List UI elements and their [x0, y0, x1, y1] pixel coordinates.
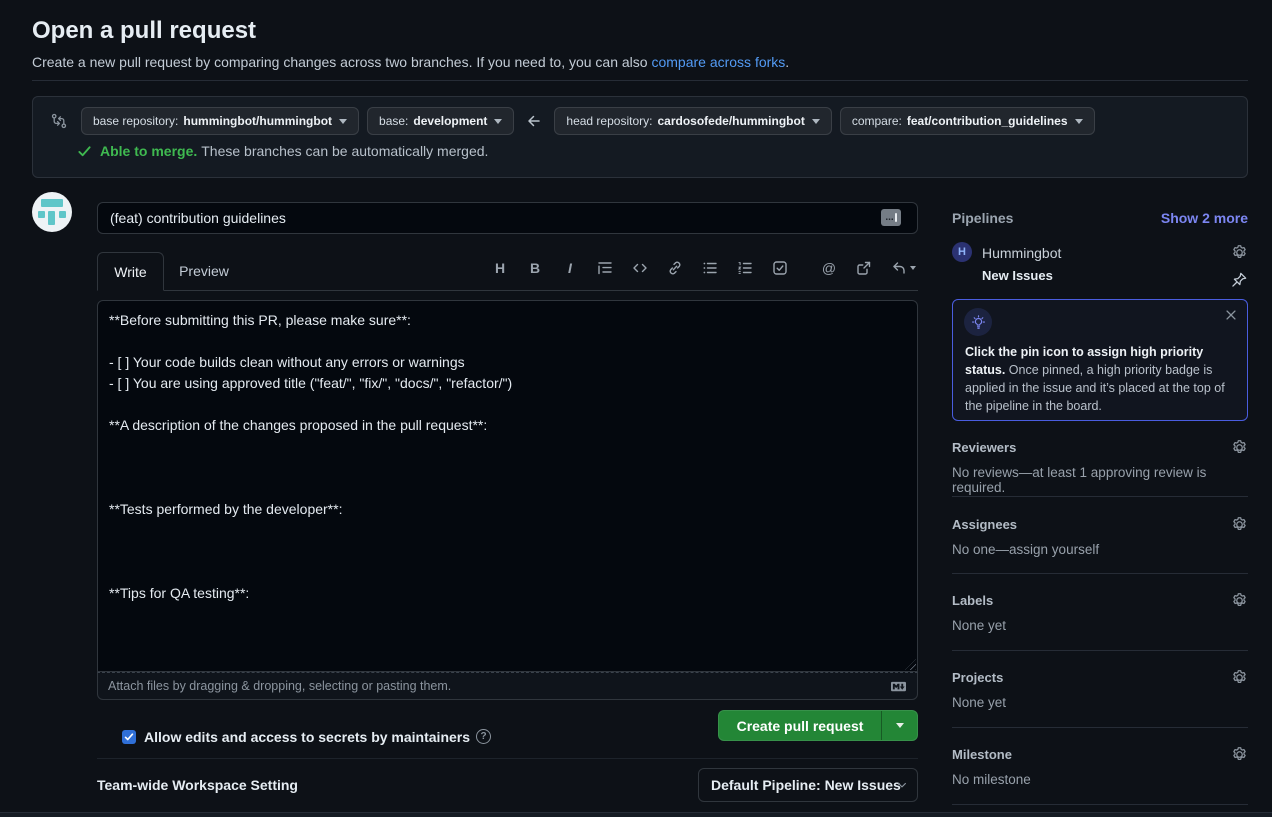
arrow-left-icon: [526, 113, 542, 129]
check-icon: [124, 732, 134, 742]
subtitle-text: Create a new pull request by comparing c…: [32, 54, 651, 70]
markdown-icon: [890, 679, 907, 694]
bold-icon[interactable]: B: [526, 259, 544, 277]
tip-text: Click the pin icon to assign high priori…: [965, 343, 1237, 415]
create-pull-request-label[interactable]: Create pull request: [719, 711, 881, 740]
pin-icon[interactable]: [1231, 271, 1248, 288]
milestone-body: No milestone: [952, 772, 1248, 787]
base-repository-select[interactable]: base repository: hummingbot/hummingbot: [81, 107, 359, 135]
quote-icon[interactable]: [596, 259, 614, 277]
compare-across-forks-link[interactable]: compare across forks: [651, 54, 785, 70]
heading-icon[interactable]: H: [491, 259, 509, 277]
check-icon: [77, 144, 92, 159]
base-branch-select[interactable]: base: development: [367, 107, 514, 135]
saved-replies-icon[interactable]: [890, 259, 916, 277]
assignees-body: No one—assign yourself: [952, 542, 1248, 557]
tab-write[interactable]: Write: [97, 252, 164, 291]
milestone-gear-icon[interactable]: [1231, 746, 1248, 763]
lightbulb-icon: [964, 308, 992, 336]
cross-reference-icon[interactable]: [855, 259, 873, 277]
text-expander-icon[interactable]: ...: [881, 209, 901, 226]
sidebar-section-milestone: Milestone No milestone: [952, 747, 1248, 805]
assignees-heading: Assignees: [952, 517, 1248, 532]
merge-status: Able to merge. These branches can be aut…: [77, 143, 488, 159]
chevron-down-icon: [1075, 119, 1083, 124]
workspace-avatar: H: [952, 242, 972, 262]
projects-heading: Projects: [952, 670, 1248, 685]
open-pull-request-page: Open a pull request Create a new pull re…: [0, 0, 1272, 817]
head-repository-select[interactable]: head repository: cardosofede/hummingbot: [554, 107, 831, 135]
assignees-gear-icon[interactable]: [1231, 516, 1248, 533]
attach-hint: Attach files by dragging & dropping, sel…: [108, 679, 451, 693]
ordered-list-icon[interactable]: [736, 259, 754, 277]
workspace-name: Hummingbot: [982, 245, 1061, 261]
next-section-edge: [0, 812, 1272, 817]
maintainer-edits-checkbox[interactable]: [122, 730, 136, 744]
labels-gear-icon[interactable]: [1231, 592, 1248, 609]
italic-icon[interactable]: I: [561, 259, 579, 277]
tab-preview[interactable]: Preview: [164, 252, 244, 290]
branch-row: base repository: hummingbot/hummingbot b…: [51, 107, 1235, 135]
projects-gear-icon[interactable]: [1231, 669, 1248, 686]
chevron-down-icon: [339, 119, 347, 124]
pin-tip-callout: Click the pin icon to assign high priori…: [952, 299, 1248, 421]
attach-files-bar[interactable]: Attach files by dragging & dropping, sel…: [97, 672, 918, 700]
page-subtitle: Create a new pull request by comparing c…: [32, 54, 789, 70]
code-icon[interactable]: [631, 259, 649, 277]
unordered-list-icon[interactable]: [701, 259, 719, 277]
header-divider: [32, 80, 1248, 81]
merge-status-bold: Able to merge.: [100, 143, 197, 159]
close-icon[interactable]: [1224, 308, 1238, 322]
create-pull-request-dropdown[interactable]: [881, 711, 917, 740]
chevron-down-icon: [494, 119, 502, 124]
help-icon[interactable]: ?: [476, 729, 491, 744]
pipelines-gear-icon[interactable]: [1231, 244, 1248, 261]
chevron-down-icon: [896, 779, 908, 791]
labels-body: None yet: [952, 618, 1248, 633]
default-pipeline-select[interactable]: Default Pipeline: New Issues: [698, 768, 918, 802]
markdown-toolbar: H B I @: [491, 259, 916, 277]
mention-icon[interactable]: @: [820, 259, 838, 277]
chevron-down-icon: [910, 266, 916, 270]
pipeline-name: New Issues: [982, 268, 1053, 283]
sidebar-section-projects: Projects None yet: [952, 670, 1248, 728]
show-more-link[interactable]: Show 2 more: [1161, 210, 1248, 226]
editor-tab-nav: Write Preview H B I @: [97, 252, 918, 291]
labels-heading: Labels: [952, 593, 1248, 608]
branch-selection-panel: base repository: hummingbot/hummingbot b…: [32, 96, 1248, 178]
sidebar-section-assignees: Assignees No one—assign yourself: [952, 517, 1248, 574]
create-pull-request-button[interactable]: Create pull request: [718, 710, 918, 741]
compare-branch-select[interactable]: compare: feat/contribution_guidelines: [840, 107, 1095, 135]
sidebar-section-reviewers: Reviewers No reviews—at least 1 approvin…: [952, 440, 1248, 497]
tasklist-icon[interactable]: [771, 259, 789, 277]
workspace-setting-label: Team-wide Workspace Setting: [97, 777, 298, 793]
merge-status-text: These branches can be automatically merg…: [201, 143, 488, 159]
workspace-divider: [97, 758, 918, 759]
avatar: [32, 192, 72, 232]
chevron-down-icon: [896, 723, 904, 728]
maintainer-edits-label[interactable]: Allow edits and access to secrets by mai…: [144, 729, 470, 745]
sidebar-section-labels: Labels None yet: [952, 593, 1248, 651]
projects-body: None yet: [952, 695, 1248, 710]
link-icon[interactable]: [666, 259, 684, 277]
page-title: Open a pull request: [32, 17, 256, 45]
milestone-heading: Milestone: [952, 747, 1248, 762]
reviewers-heading: Reviewers: [952, 440, 1248, 455]
reviewers-gear-icon[interactable]: [1231, 439, 1248, 456]
pipelines-heading: Pipelines: [952, 210, 1013, 226]
pr-title-input[interactable]: [97, 202, 918, 234]
reviewers-body: No reviews—at least 1 approving review i…: [952, 465, 1248, 495]
chevron-down-icon: [812, 119, 820, 124]
git-compare-icon: [51, 113, 67, 129]
pr-description-textarea[interactable]: **Before submitting this PR, please make…: [97, 300, 918, 672]
